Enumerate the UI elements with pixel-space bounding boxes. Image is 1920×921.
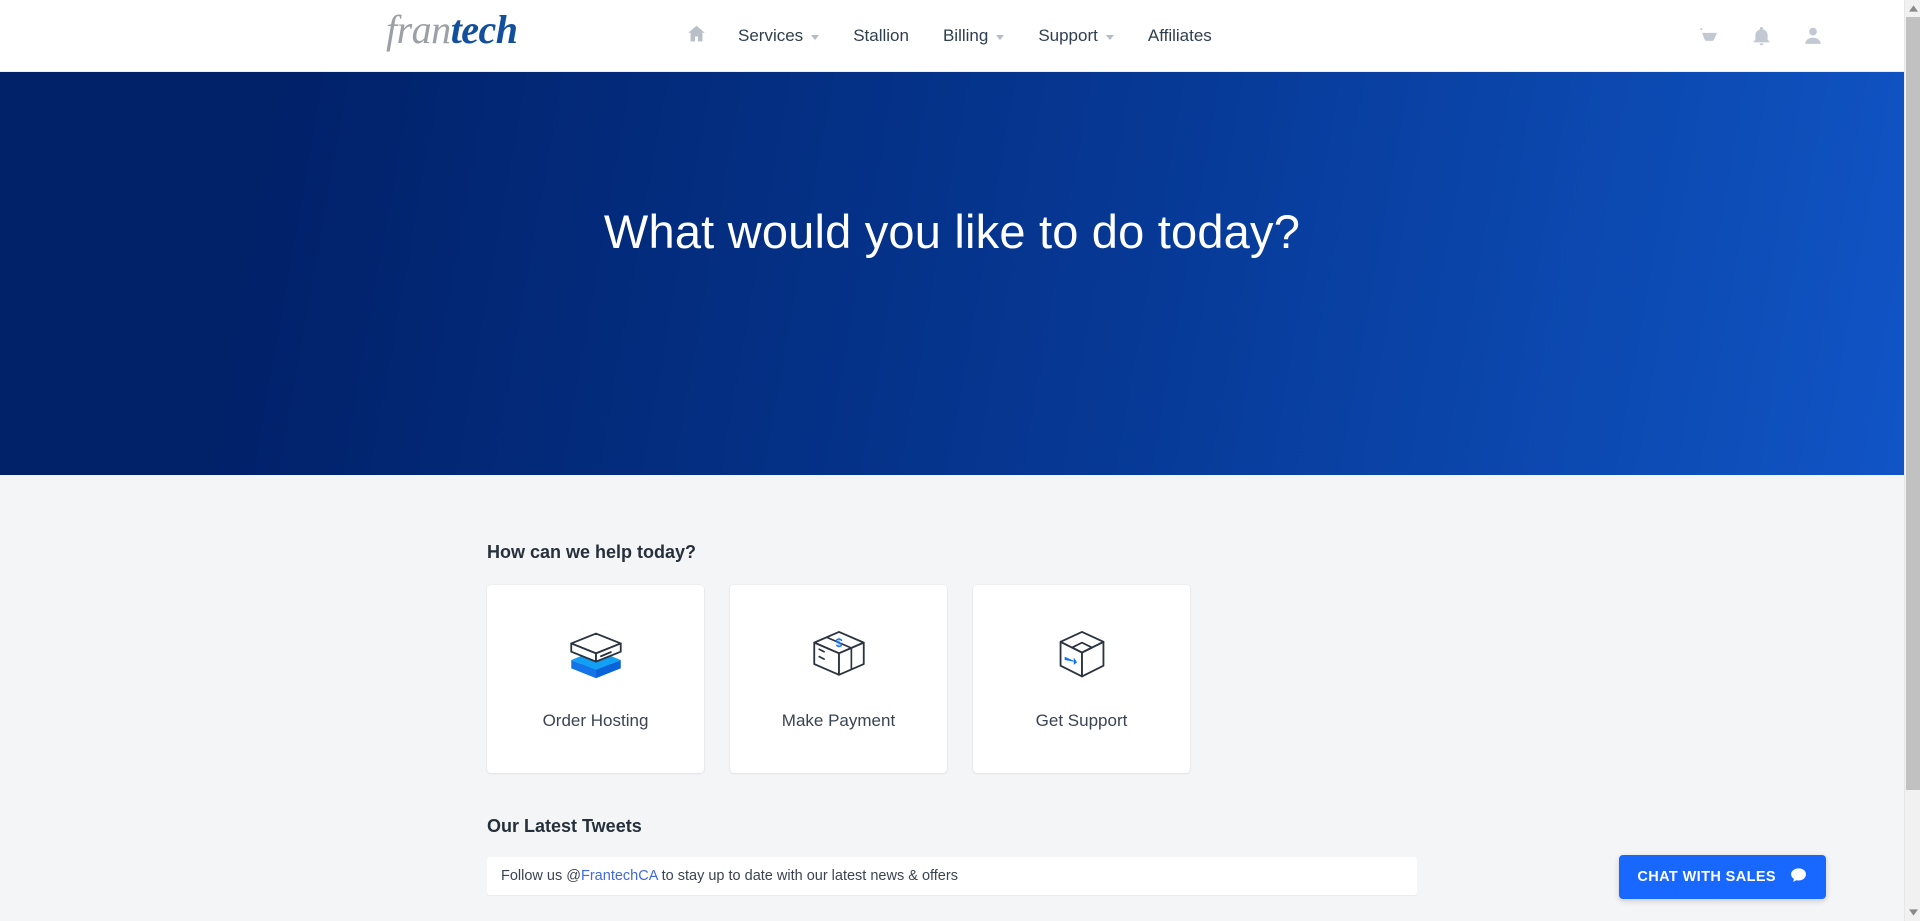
svg-text:$: $	[835, 636, 842, 650]
content-container: How can we help today? Order Hosting $ M…	[487, 542, 1623, 895]
card-label-get-support: Get Support	[1035, 711, 1128, 730]
nav-label-support: Support	[1038, 26, 1098, 45]
page-root: frantech Services Stallion Billing Suppo…	[0, 0, 1920, 921]
main-navigation: Services Stallion Billing Support Affili…	[672, 0, 1229, 72]
tweet-item: Follow us @FrantechCA to stay up to date…	[487, 857, 1417, 895]
nav-item-stallion[interactable]: Stallion	[836, 0, 926, 72]
nav-item-home[interactable]	[672, 0, 721, 72]
nav-item-support[interactable]: Support	[1021, 0, 1131, 72]
header-action-icons	[1698, 0, 1824, 72]
chevron-down-icon	[811, 34, 820, 40]
user-account-icon[interactable]	[1802, 25, 1824, 47]
scroll-down-arrow-icon[interactable]	[1905, 904, 1920, 921]
scroll-up-arrow-icon[interactable]	[1905, 0, 1920, 17]
logo-text-tech: tech	[450, 7, 518, 52]
card-order-hosting[interactable]: Order Hosting	[487, 585, 704, 773]
home-icon	[686, 23, 707, 49]
chat-button-label: CHAT WITH SALES	[1637, 869, 1776, 885]
notification-bell-icon[interactable]	[1750, 25, 1772, 47]
page-viewport: frantech Services Stallion Billing Suppo…	[0, 0, 1904, 921]
hero-title: What would you like to do today?	[603, 205, 1301, 258]
shopping-cart-icon[interactable]	[1698, 25, 1720, 47]
open-box-arrow-icon	[1049, 622, 1115, 688]
main-content: How can we help today? Order Hosting $ M…	[0, 542, 1904, 895]
scrollbar-thumb[interactable]	[1906, 17, 1920, 790]
card-label-order-hosting: Order Hosting	[542, 711, 649, 730]
payment-box-dollar-icon: $	[806, 622, 872, 688]
card-make-payment[interactable]: $ Make Payment	[730, 585, 947, 773]
tweets-heading: Our Latest Tweets	[487, 816, 642, 836]
frantech-logo[interactable]: frantech	[386, 6, 518, 53]
tweet-suffix: to stay up to date with our latest news …	[657, 868, 958, 884]
server-stack-box-icon	[563, 622, 629, 688]
card-get-support[interactable]: Get Support	[973, 585, 1190, 773]
nav-label-billing: Billing	[942, 26, 989, 45]
hero-banner: What would you like to do today?	[0, 72, 1904, 475]
help-heading: How can we help today?	[487, 542, 697, 562]
nav-label-affiliates: Affiliates	[1147, 26, 1212, 45]
twitter-handle-link[interactable]: FrantechCA	[581, 868, 658, 884]
nav-item-services[interactable]: Services	[721, 0, 836, 72]
card-label-make-payment: Make Payment	[781, 711, 896, 730]
vertical-scrollbar[interactable]	[1904, 0, 1920, 921]
nav-label-stallion: Stallion	[853, 26, 909, 45]
chat-with-sales-button[interactable]: CHAT WITH SALES	[1619, 855, 1826, 899]
nav-label-services: Services	[738, 26, 804, 45]
logo-text-fran: fran	[386, 7, 451, 52]
chevron-down-icon	[1105, 34, 1114, 40]
tweet-prefix: Follow us @	[501, 868, 581, 884]
action-cards: Order Hosting $ Make Payment Get Support	[487, 585, 1623, 773]
nav-item-affiliates[interactable]: Affiliates	[1131, 0, 1229, 72]
chevron-down-icon	[996, 34, 1005, 40]
site-header: frantech Services Stallion Billing Suppo…	[0, 0, 1904, 72]
speech-bubble-icon	[1789, 866, 1808, 889]
nav-item-billing[interactable]: Billing	[926, 0, 1021, 72]
